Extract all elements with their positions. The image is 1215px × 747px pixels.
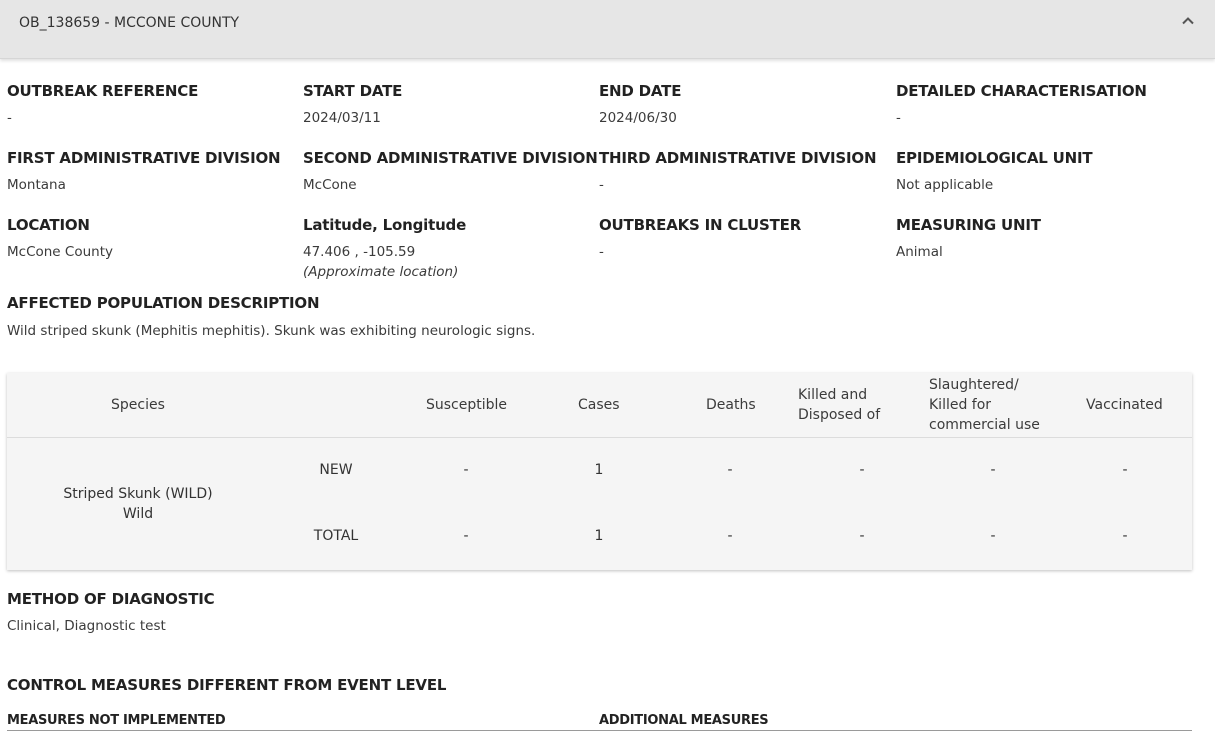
measuring-unit-value: Animal — [896, 244, 943, 260]
cell-total-killed: - — [859, 528, 865, 544]
header-slaughtered-line3: commercial use — [929, 417, 1040, 433]
end-date-label: END DATE — [599, 82, 682, 100]
second-admin-division-label: SECOND ADMINISTRATIVE DIVISION — [303, 149, 598, 167]
control-measures-title: CONTROL MEASURES DIFFERENT FROM EVENT LE… — [7, 676, 447, 694]
header-slaughtered-line2: Killed for — [929, 397, 992, 413]
outbreaks-in-cluster-label: OUTBREAKS IN CLUSTER — [599, 216, 802, 234]
cell-new-slaughtered: - — [990, 462, 996, 478]
cell-new-vaccinated: - — [1122, 462, 1128, 478]
header-deaths: Deaths — [706, 397, 756, 413]
location-value: McCone County — [7, 244, 113, 260]
second-admin-division-value: McCone — [303, 177, 357, 193]
cell-new-susceptible: - — [463, 462, 469, 478]
cell-total-deaths: - — [727, 528, 733, 544]
approximate-location-note: (Approximate location) — [303, 264, 459, 280]
row-label-new: NEW — [319, 462, 353, 478]
header-susceptible: Susceptible — [426, 397, 508, 413]
location-label: LOCATION — [7, 216, 90, 234]
measures-not-implemented-label: MEASURES NOT IMPLEMENTED — [7, 713, 226, 728]
cell-new-cases: 1 — [594, 462, 604, 478]
epidemiological-unit-value: Not applicable — [896, 177, 994, 193]
species-cell: Striped Skunk (WILD) Wild — [47, 484, 229, 524]
header-killed-line1: Killed and — [798, 387, 868, 403]
species-table: Species Susceptible Cases Deaths Killed … — [7, 373, 1192, 570]
measuring-unit-label: MEASURING UNIT — [896, 216, 1041, 234]
outbreak-title: OB_138659 - MCCONE COUNTY — [19, 15, 240, 31]
detailed-characterisation-value: - — [896, 110, 901, 126]
start-date-value: 2024/03/11 — [303, 110, 381, 126]
start-date-label: START DATE — [303, 82, 403, 100]
third-admin-division-label: THIRD ADMINISTRATIVE DIVISION — [599, 149, 877, 167]
outbreak-reference-value: - — [7, 110, 12, 126]
affected-population-value: Wild striped skunk (Mephitis mephitis). … — [7, 323, 536, 339]
header-killed-disposed: Killed and Disposed of — [798, 385, 880, 425]
species-name: Striped Skunk (WILD) — [63, 486, 213, 502]
cell-total-slaughtered: - — [990, 528, 996, 544]
affected-population-label: AFFECTED POPULATION DESCRIPTION — [7, 294, 320, 312]
detailed-characterisation-label: DETAILED CHARACTERISATION — [896, 82, 1147, 100]
outbreak-reference-label: OUTBREAK REFERENCE — [7, 82, 199, 100]
species-type: Wild — [122, 506, 154, 522]
epidemiological-unit-label: EPIDEMIOLOGICAL UNIT — [896, 149, 1093, 167]
first-admin-division-value: Montana — [7, 177, 66, 193]
end-date-value: 2024/06/30 — [599, 110, 677, 126]
measures-divider — [7, 730, 1192, 731]
cell-new-deaths: - — [727, 462, 733, 478]
cell-total-susceptible: - — [463, 528, 469, 544]
row-label-total: TOTAL — [313, 528, 359, 544]
first-admin-division-label: FIRST ADMINISTRATIVE DIVISION — [7, 149, 281, 167]
header-slaughtered: Slaughtered/ Killed for commercial use — [929, 375, 1040, 435]
outbreaks-in-cluster-value: - — [599, 244, 604, 260]
header-cases: Cases — [578, 397, 620, 413]
additional-measures-label: ADDITIONAL MEASURES — [599, 713, 769, 728]
cell-total-cases: 1 — [594, 528, 604, 544]
method-of-diagnostic-value: Clinical, Diagnostic test — [7, 618, 166, 634]
method-of-diagnostic-label: METHOD OF DIAGNOSTIC — [7, 590, 215, 608]
header-vaccinated: Vaccinated — [1086, 397, 1163, 413]
lat-long-value: 47.406 , -105.59 — [303, 244, 416, 260]
outbreak-header[interactable]: OB_138659 - MCCONE COUNTY — [0, 0, 1215, 59]
chevron-up-icon[interactable] — [1178, 11, 1198, 31]
header-species: Species — [111, 397, 165, 413]
header-divider — [7, 437, 1192, 438]
lat-long-label: Latitude, Longitude — [303, 216, 467, 234]
header-killed-line2: Disposed of — [798, 407, 881, 423]
cell-new-killed: - — [859, 462, 865, 478]
cell-total-vaccinated: - — [1122, 528, 1128, 544]
header-slaughtered-line1: Slaughtered/ — [929, 377, 1019, 393]
third-admin-division-value: - — [599, 177, 604, 193]
